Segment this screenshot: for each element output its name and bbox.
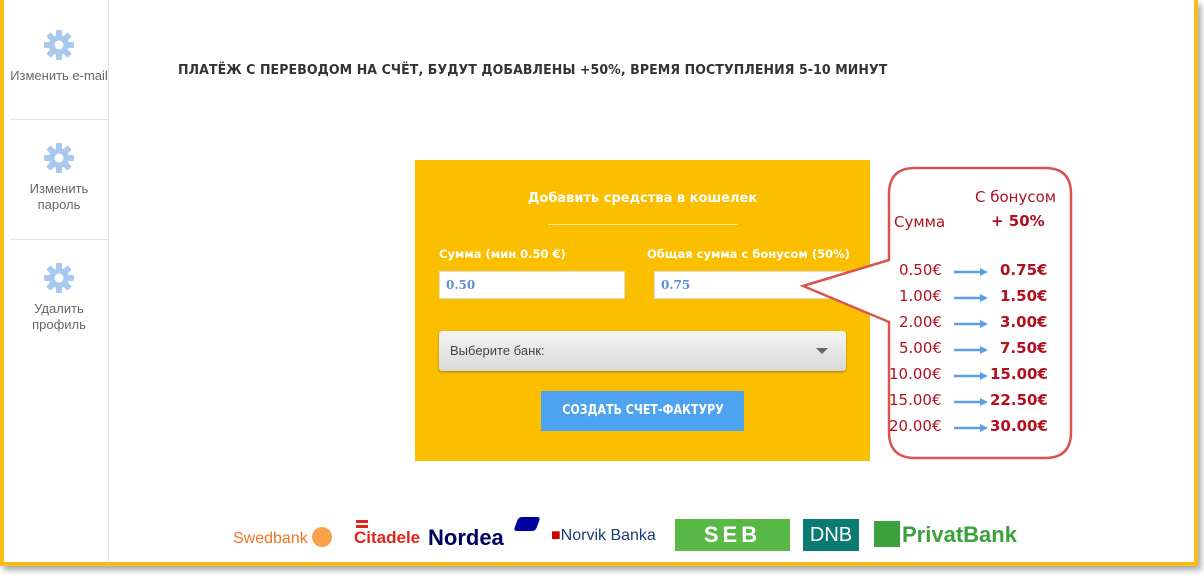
sidebar-item-change-email[interactable]: Изменить e-mail <box>10 28 108 84</box>
callout-bonus-value: 7.50€ <box>1000 339 1048 357</box>
sidebar-item-label: Удалить профиль <box>32 301 86 332</box>
seb-logo: SEB <box>675 519 790 551</box>
swedbank-oak-icon <box>312 527 333 547</box>
privatbank-icon <box>874 521 900 547</box>
sidebar-divider <box>10 239 108 240</box>
sidebar-item-delete-profile[interactable]: Удалить профиль <box>10 261 108 333</box>
sidebar: Изменить e-mail Изменить пароль Удалить … <box>4 0 109 562</box>
panel-divider <box>548 224 738 225</box>
sidebar-item-label: Изменить e-mail <box>10 68 108 83</box>
bank-select[interactable]: Выберите банк: <box>439 331 846 371</box>
arrow-right-icon <box>954 294 988 302</box>
gear-icon <box>44 263 74 293</box>
sidebar-divider <box>10 119 108 120</box>
nordea-wave-icon <box>513 517 541 531</box>
callout-sum-value: 5.00€ <box>899 339 942 357</box>
callout-bonus-header: С бонусом <box>975 188 1057 206</box>
arrow-right-icon <box>954 346 988 354</box>
callout-bonus-value: 15.00€ <box>990 365 1048 383</box>
callout-sum-value: 0.50€ <box>899 261 942 279</box>
arrow-right-icon <box>954 268 988 276</box>
bank-logos: Swedbank Citadele Nordea ■Norvik Banka S… <box>0 515 1204 555</box>
callout-bonus-value: 22.50€ <box>990 391 1048 409</box>
callout-sum-value: 10.00€ <box>889 365 942 383</box>
gear-icon <box>44 30 74 60</box>
callout-bonus-value: 0.75€ <box>1000 261 1048 279</box>
bonus-callout <box>799 166 1073 460</box>
arrow-right-icon <box>954 398 988 406</box>
callout-bonus-value: 3.00€ <box>1000 313 1048 331</box>
gear-icon <box>44 143 74 173</box>
norvik-logo: ■Norvik Banka <box>551 527 656 544</box>
nordea-logo: Nordea <box>428 517 541 551</box>
sidebar-item-change-password[interactable]: Изменить пароль <box>10 141 108 213</box>
bank-select-value: Выберите банк: <box>450 343 545 358</box>
swedbank-logo: Swedbank <box>233 527 333 548</box>
callout-sum-header: Сумма <box>894 213 946 231</box>
callout-bonus-percent: + 50% <box>991 212 1045 230</box>
create-invoice-button[interactable]: СОЗДАТЬ СЧЕТ-ФАКТУРУ <box>541 391 744 431</box>
callout-sum-value: 20.00€ <box>889 417 942 435</box>
arrow-right-icon <box>954 372 988 380</box>
arrow-right-icon <box>954 320 988 328</box>
page-title: ПЛАТЁЖ С ПЕРЕВОДОМ НА СЧЁТ, БУДУТ ДОБАВЛ… <box>178 62 888 78</box>
arrow-right-icon <box>954 424 988 432</box>
callout-bonus-value: 1.50€ <box>1000 287 1048 305</box>
dnb-logo: DNB <box>803 519 859 551</box>
callout-bonus-value: 30.00€ <box>990 417 1048 435</box>
privatbank-logo: PrivatBank <box>874 521 1017 548</box>
amount-input[interactable]: 0.50 <box>439 271 625 299</box>
callout-sum-value: 2.00€ <box>899 313 942 331</box>
callout-sum-value: 15.00€ <box>889 391 942 409</box>
citadele-logo: Citadele <box>354 520 420 548</box>
amount-label: Сумма (мин 0.50 €) <box>439 247 566 261</box>
sidebar-item-label: Изменить пароль <box>29 181 89 212</box>
callout-sum-value: 1.00€ <box>899 287 942 305</box>
